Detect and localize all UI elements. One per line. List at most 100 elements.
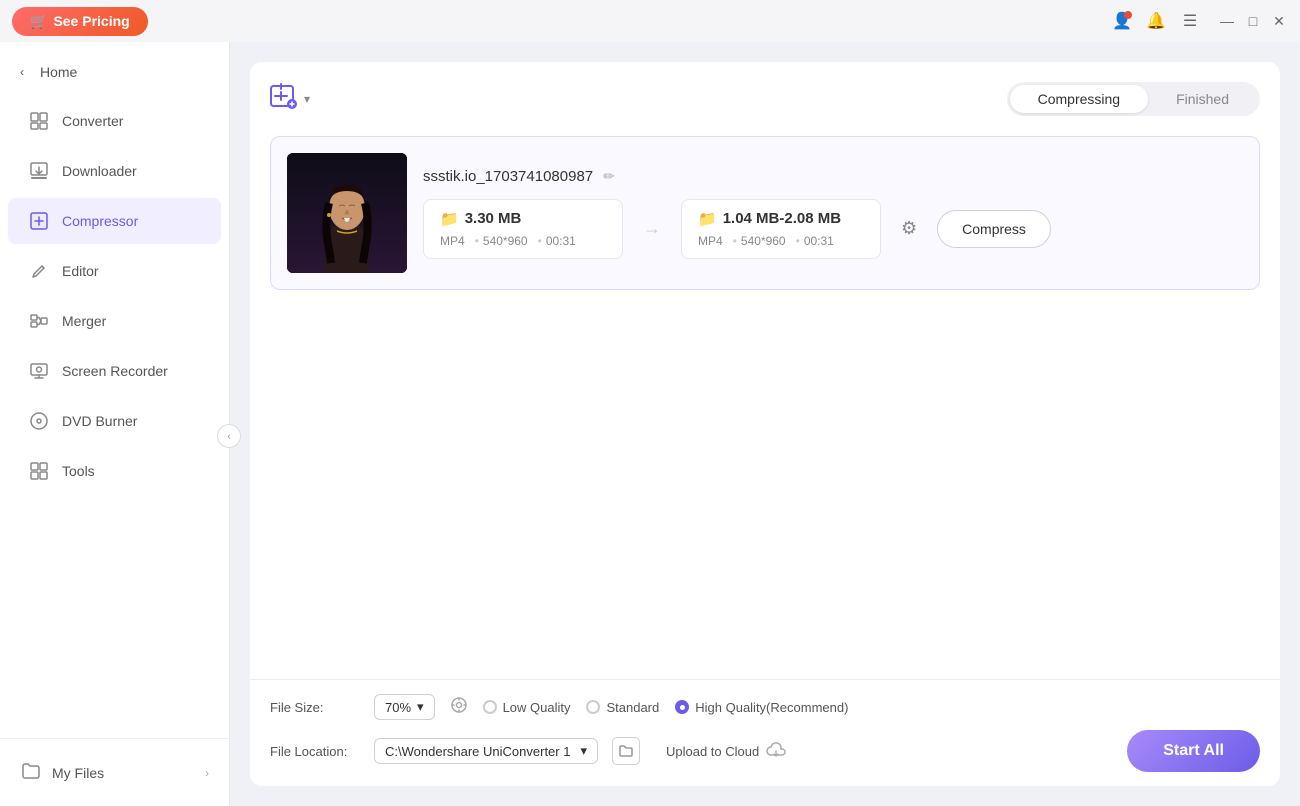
sidebar-item-home[interactable]: ‹ Home xyxy=(0,52,229,92)
file-size-row: File Size: 70% ▾ xyxy=(270,694,1260,720)
arrow-right-icon: → xyxy=(643,218,661,239)
browse-folder-button[interactable] xyxy=(612,737,640,765)
location-dropdown-icon: ▾ xyxy=(580,743,587,759)
sidebar-item-merger[interactable]: Merger xyxy=(8,298,221,344)
sidebar-item-editor[interactable]: Editor xyxy=(8,248,221,294)
dvd-burner-label: DVD Burner xyxy=(62,413,137,429)
compression-settings-icon[interactable]: ⚙ xyxy=(901,218,917,239)
size-select-dropdown-icon: ▾ xyxy=(417,699,424,715)
maximize-button[interactable]: □ xyxy=(1244,12,1262,30)
main-content: ▾ Compressing Finished xyxy=(230,42,1300,806)
file-thumbnail xyxy=(287,153,407,273)
sidebar-item-dvd-burner[interactable]: DVD Burner xyxy=(8,398,221,444)
quality-high[interactable]: High Quality(Recommend) xyxy=(675,700,848,715)
minimize-button[interactable]: — xyxy=(1218,12,1236,30)
tab-finished[interactable]: Finished xyxy=(1148,85,1257,113)
title-bar-icons: 👤 🔔 ☰ xyxy=(1110,9,1202,33)
see-pricing-label: See Pricing xyxy=(53,13,129,29)
app-body: ‹ Home Converter Do xyxy=(0,42,1300,806)
target-spec-box: 📁 1.04 MB-2.08 MB MP4 540*960 00:31 xyxy=(681,199,881,259)
downloader-label: Downloader xyxy=(62,163,137,179)
close-button[interactable]: ✕ xyxy=(1270,12,1288,30)
converter-label: Converter xyxy=(62,113,123,129)
edit-filename-icon[interactable]: ✏ xyxy=(603,168,615,185)
editor-icon xyxy=(28,260,50,282)
screen-recorder-icon xyxy=(28,360,50,382)
bell-icon[interactable]: 🔔 xyxy=(1144,9,1168,33)
collapse-sidebar-button[interactable]: ‹ xyxy=(217,424,241,448)
file-location-row: File Location: C:\Wondershare UniConvert… xyxy=(270,730,1260,772)
tools-label: Tools xyxy=(62,463,95,479)
file-name: ssstik.io_1703741080987 xyxy=(423,168,593,185)
original-spec-box: 📁 3.30 MB MP4 540*960 00:31 xyxy=(423,199,623,259)
quality-radio-group: Low Quality Standard High Quality(Recomm… xyxy=(483,700,849,715)
home-label: Home xyxy=(40,64,77,80)
compress-button[interactable]: Compress xyxy=(937,210,1051,248)
sidebar-item-my-files[interactable]: My Files › xyxy=(0,749,229,796)
original-size: 📁 3.30 MB xyxy=(440,210,606,228)
quality-standard[interactable]: Standard xyxy=(586,700,659,715)
original-meta: MP4 540*960 00:31 xyxy=(440,234,606,248)
compressor-icon xyxy=(28,210,50,232)
menu-icon[interactable]: ☰ xyxy=(1178,9,1202,33)
file-size-value: 70% xyxy=(385,700,411,715)
quality-low-label: Low Quality xyxy=(503,700,571,715)
sidebar-item-tools[interactable]: Tools xyxy=(8,448,221,494)
add-file-icon xyxy=(270,82,298,116)
file-size-select[interactable]: 70% ▾ xyxy=(374,694,435,720)
target-meta: MP4 540*960 00:31 xyxy=(698,234,864,248)
quality-high-label: High Quality(Recommend) xyxy=(695,700,848,715)
target-size: 📁 1.04 MB-2.08 MB xyxy=(698,210,864,228)
content-spacer xyxy=(270,290,1260,679)
file-specs-row: 📁 3.30 MB MP4 540*960 00:31 → xyxy=(423,199,1243,259)
cloud-icon xyxy=(765,741,787,762)
sidebar-item-converter[interactable]: Converter xyxy=(8,98,221,144)
cart-icon: 🛒 xyxy=(30,13,47,30)
add-file-button[interactable]: ▾ xyxy=(270,82,310,116)
user-icon[interactable]: 👤 xyxy=(1110,9,1134,33)
downloader-icon xyxy=(28,160,50,182)
tab-compressing[interactable]: Compressing xyxy=(1010,85,1148,113)
content-top-bar: ▾ Compressing Finished xyxy=(270,82,1260,116)
file-location-select[interactable]: C:\Wondershare UniConverter 1 ▾ xyxy=(374,738,598,764)
add-file-dropdown-icon: ▾ xyxy=(304,92,310,106)
folder-icon-target: 📁 xyxy=(698,210,717,228)
sidebar-bottom: My Files › xyxy=(0,738,229,796)
sidebar-item-downloader[interactable]: Downloader xyxy=(8,148,221,194)
merger-label: Merger xyxy=(62,313,106,329)
radio-standard-circle xyxy=(586,700,600,714)
file-size-label: File Size: xyxy=(270,700,360,715)
file-name-row: ssstik.io_1703741080987 ✏ xyxy=(423,168,1243,185)
back-arrow-icon: ‹ xyxy=(20,65,24,79)
sidebar-item-compressor[interactable]: Compressor xyxy=(8,198,221,244)
window-controls: — □ ✕ xyxy=(1218,12,1288,30)
content-card: ▾ Compressing Finished xyxy=(250,62,1280,786)
compressor-label: Compressor xyxy=(62,213,138,229)
see-pricing-button[interactable]: 🛒 See Pricing xyxy=(12,7,148,36)
file-item: ssstik.io_1703741080987 ✏ 📁 3.30 MB MP4 xyxy=(270,136,1260,290)
my-files-label: My Files xyxy=(52,765,104,781)
upload-cloud-button[interactable]: Upload to Cloud xyxy=(666,741,787,762)
location-value: C:\Wondershare UniConverter 1 xyxy=(385,744,570,759)
sidebar-item-screen-recorder[interactable]: Screen Recorder xyxy=(8,348,221,394)
upload-cloud-label: Upload to Cloud xyxy=(666,744,759,759)
tab-switcher: Compressing Finished xyxy=(1007,82,1260,116)
radio-low-circle xyxy=(483,700,497,714)
file-info: ssstik.io_1703741080987 ✏ 📁 3.30 MB MP4 xyxy=(423,168,1243,259)
start-all-button[interactable]: Start All xyxy=(1127,730,1260,772)
size-settings-icon[interactable] xyxy=(449,695,469,720)
converter-icon xyxy=(28,110,50,132)
title-bar: 🛒 See Pricing 👤 🔔 ☰ — □ ✕ xyxy=(0,0,1300,42)
screen-recorder-label: Screen Recorder xyxy=(62,363,168,379)
folder-icon-original: 📁 xyxy=(440,210,459,228)
quality-low[interactable]: Low Quality xyxy=(483,700,571,715)
notification-dot xyxy=(1124,11,1132,19)
my-files-arrow-icon: › xyxy=(205,766,209,780)
quality-standard-label: Standard xyxy=(606,700,659,715)
bottom-controls: File Size: 70% ▾ xyxy=(250,679,1280,786)
radio-high-circle xyxy=(675,700,689,714)
tools-icon xyxy=(28,460,50,482)
my-files-icon xyxy=(20,761,40,784)
merger-icon xyxy=(28,310,50,332)
dvd-burner-icon xyxy=(28,410,50,432)
